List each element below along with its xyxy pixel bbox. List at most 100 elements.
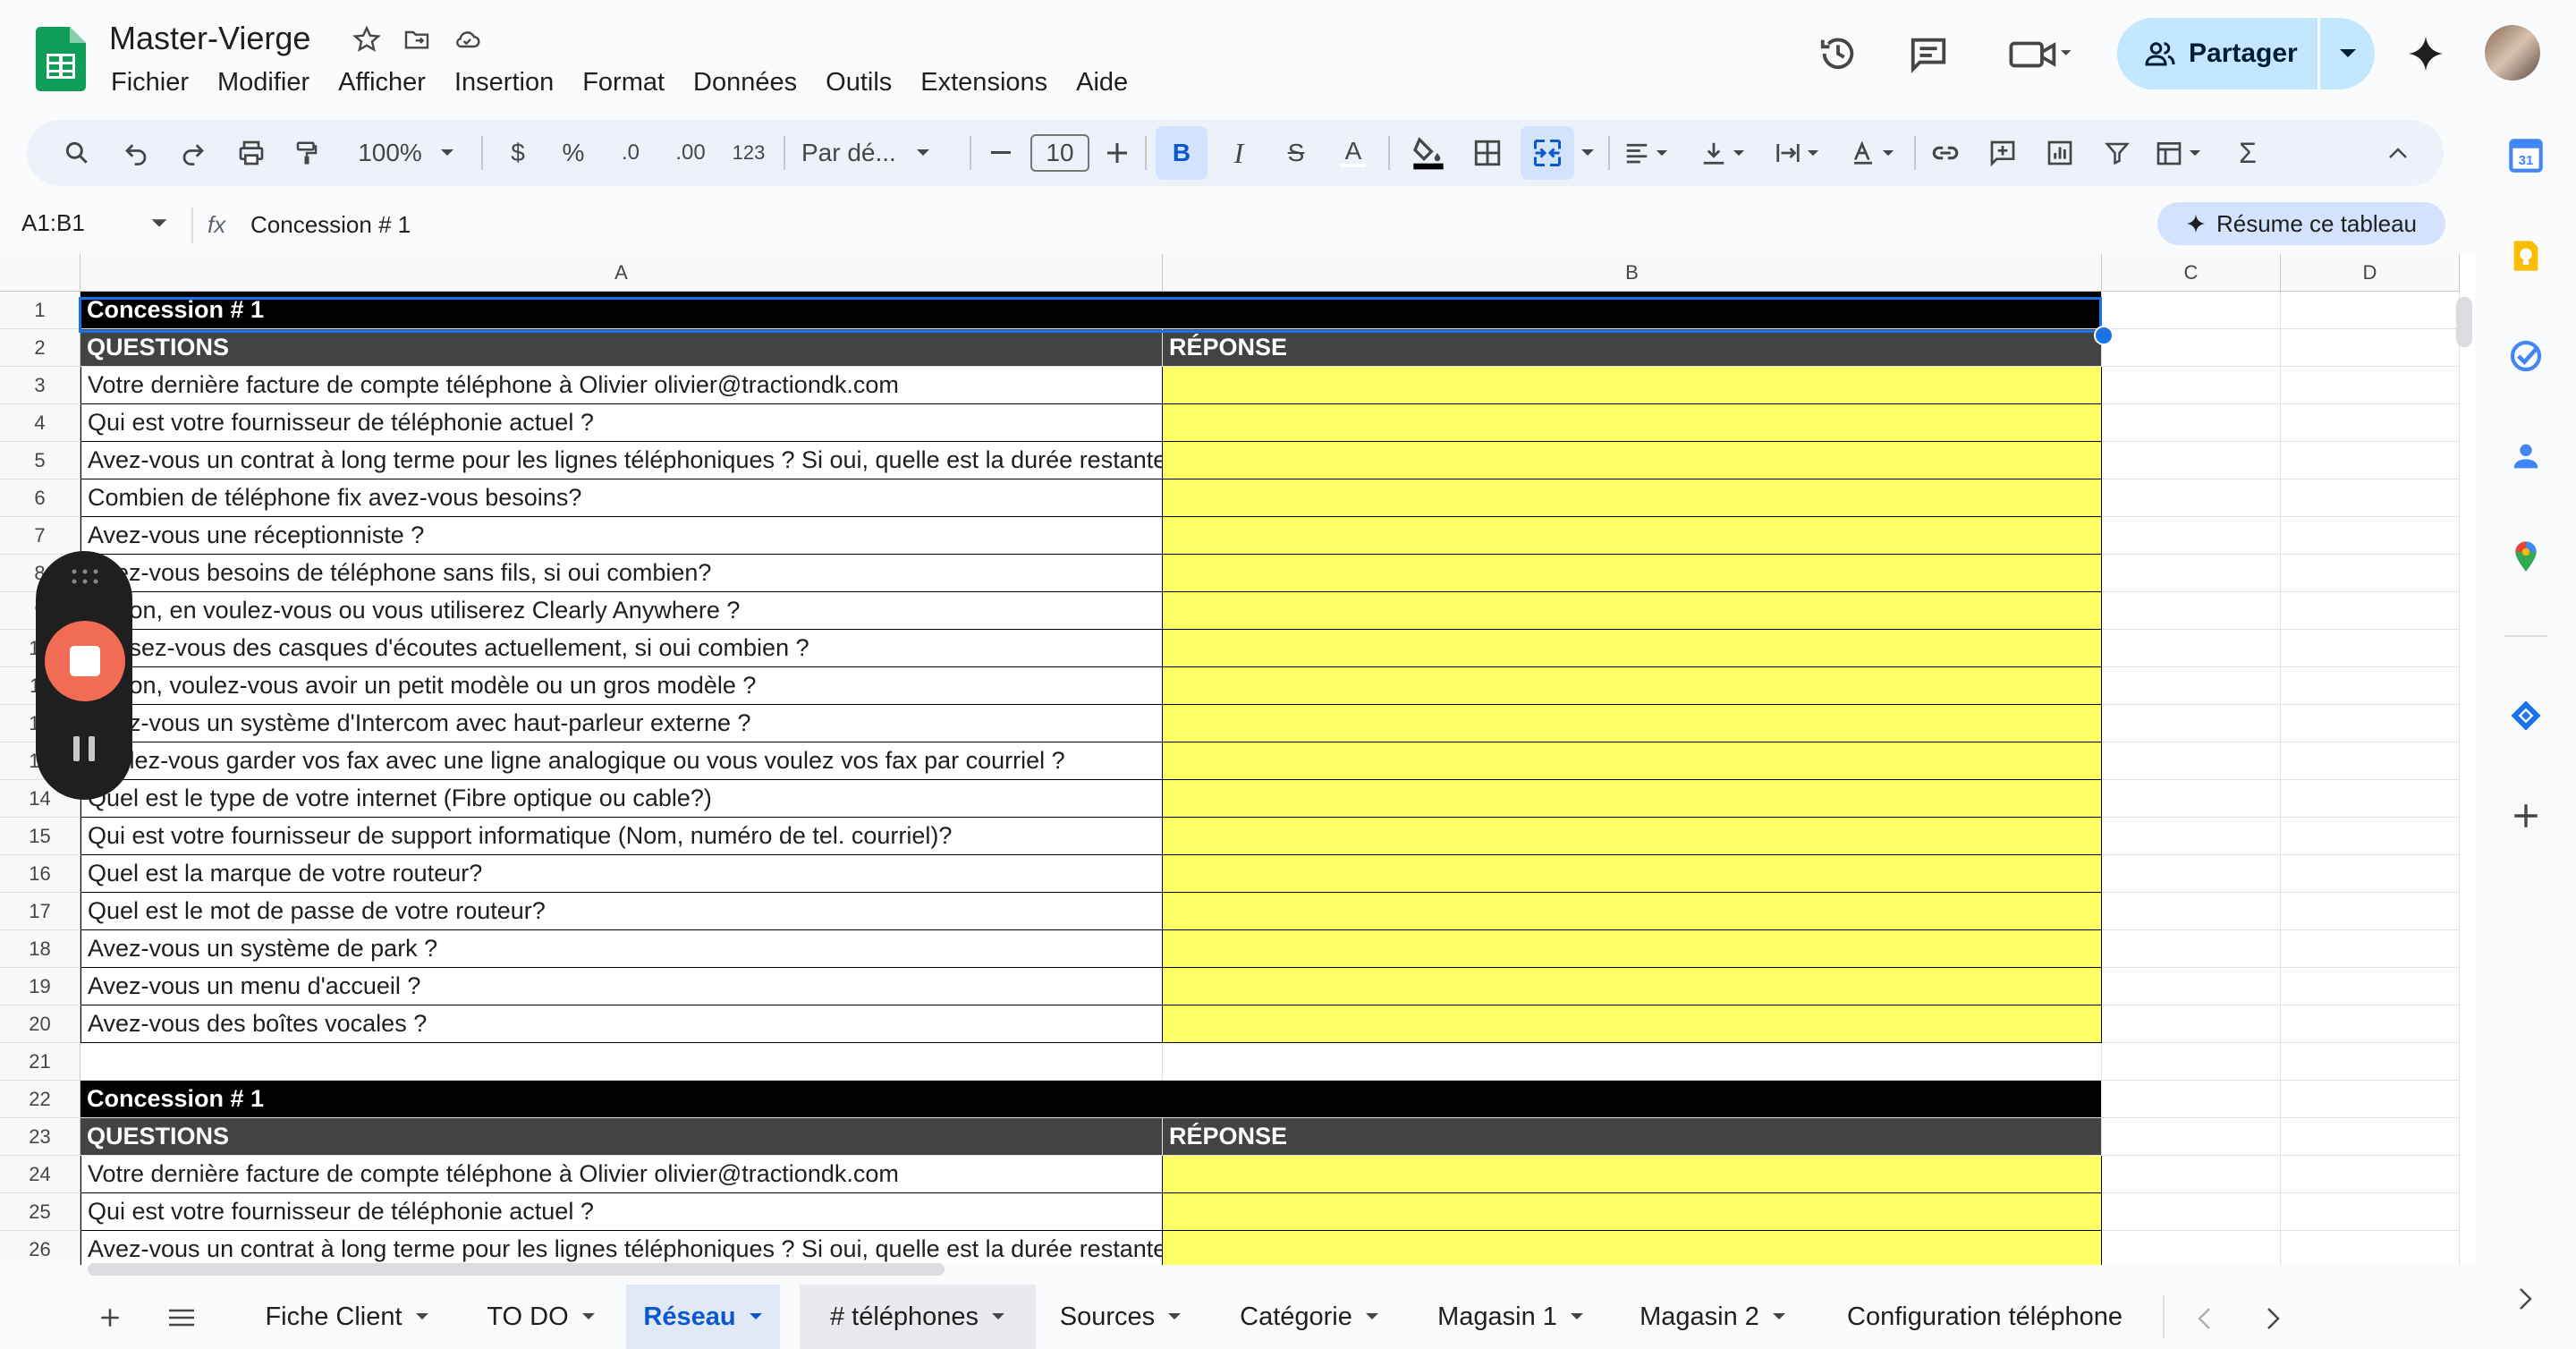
empty-cell[interactable] (2102, 1043, 2281, 1081)
row-header[interactable]: 25 (0, 1193, 80, 1231)
fill-color-icon[interactable] (1404, 120, 1453, 186)
chevron-down-icon[interactable] (991, 1312, 1005, 1321)
share-dropdown-button[interactable] (2318, 18, 2375, 89)
empty-cell[interactable] (2102, 1081, 2281, 1118)
empty-cell[interactable] (2281, 404, 2460, 442)
move-folder-icon[interactable] (401, 23, 433, 55)
vertical-scrollbar[interactable] (2456, 297, 2472, 347)
questions-header-cell[interactable]: QUESTIONS (80, 1118, 1163, 1156)
empty-cell[interactable] (2281, 667, 2460, 705)
question-cell[interactable]: Votre dernière facture de compte télépho… (80, 1156, 1163, 1193)
italic-button[interactable]: I (1216, 120, 1261, 186)
row-header[interactable]: 2 (0, 329, 80, 367)
zoom-select[interactable]: 100% (347, 120, 465, 186)
question-cell[interactable]: Voulez-vous garder vos fax avec une lign… (80, 742, 1163, 780)
response-cell[interactable] (1163, 893, 2102, 930)
question-cell[interactable]: Avez-vous un contrat à long terme pour l… (80, 442, 1163, 479)
row-header[interactable]: 17 (0, 893, 80, 930)
paint-format-icon[interactable] (284, 120, 329, 186)
empty-cell[interactable] (2281, 442, 2460, 479)
row-header[interactable]: 20 (0, 1005, 80, 1043)
row-header[interactable]: 26 (0, 1231, 80, 1265)
merge-cells-dropdown-icon[interactable] (1576, 120, 1599, 186)
redo-icon[interactable] (172, 120, 215, 186)
star-icon[interactable] (351, 23, 383, 55)
menu-format[interactable]: Format (568, 64, 679, 100)
sheet-tab[interactable]: Sources (1036, 1285, 1206, 1349)
row-header[interactable]: 19 (0, 968, 80, 1005)
row-header[interactable]: 23 (0, 1118, 80, 1156)
empty-cell[interactable] (2281, 1005, 2460, 1043)
menu-fichier[interactable]: Fichier (102, 64, 203, 100)
empty-cell[interactable] (2102, 404, 2281, 442)
empty-cell[interactable] (2281, 1081, 2460, 1118)
response-cell[interactable] (1163, 630, 2102, 667)
empty-cell[interactable] (2281, 1118, 2460, 1156)
response-cell[interactable] (1163, 818, 2102, 855)
empty-cell[interactable] (2281, 367, 2460, 404)
question-cell[interactable]: Avez-vous un contrat à long terme pour l… (80, 1231, 1163, 1265)
empty-cell[interactable] (2102, 818, 2281, 855)
empty-cell[interactable] (2102, 479, 2281, 517)
empty-cell[interactable] (2281, 705, 2460, 742)
empty-cell[interactable] (2281, 742, 2460, 780)
spreadsheet-grid[interactable]: A B C D 1 Concession # 1 2 QUESTIONS RÉPONSE… (0, 254, 2475, 1265)
response-header-cell[interactable]: RÉPONSE (1163, 329, 2102, 367)
empty-cell[interactable] (2281, 855, 2460, 893)
sheet-tab[interactable]: Magasin 2 (1617, 1285, 1809, 1349)
more-formats-button[interactable]: 123 (726, 120, 771, 186)
chevron-down-icon[interactable] (415, 1312, 429, 1321)
menu-extensions[interactable]: Extensions (906, 64, 1062, 100)
empty-cell[interactable] (2281, 1231, 2460, 1265)
empty-cell[interactable] (2281, 479, 2460, 517)
empty-cell[interactable] (2102, 930, 2281, 968)
sheet-tab[interactable]: Catégorie (1215, 1285, 1404, 1349)
gemini-icon[interactable] (2401, 29, 2451, 79)
response-cell[interactable] (1163, 479, 2102, 517)
menu-outils[interactable]: Outils (811, 64, 906, 100)
undo-icon[interactable] (114, 120, 157, 186)
comments-icon[interactable] (1903, 29, 1953, 79)
chevron-down-icon[interactable] (581, 1312, 596, 1321)
response-cell[interactable] (1163, 1231, 2102, 1265)
response-cell[interactable] (1163, 742, 2102, 780)
empty-cell[interactable] (2281, 1156, 2460, 1193)
empty-cell[interactable] (2102, 292, 2281, 329)
empty-cell[interactable] (2102, 705, 2281, 742)
response-cell[interactable] (1163, 968, 2102, 1005)
chevron-down-icon[interactable] (749, 1312, 763, 1321)
get-addons-icon[interactable] (2506, 796, 2546, 836)
question-cell[interactable]: Quel est la marque de votre routeur? (80, 855, 1163, 893)
sheet-tab[interactable]: Magasin 1 (1413, 1285, 1608, 1349)
empty-cell[interactable] (2281, 930, 2460, 968)
question-cell[interactable]: Si non, en voulez-vous ou vous utilisere… (80, 592, 1163, 630)
insert-comment-icon[interactable] (1979, 120, 2027, 186)
empty-cell[interactable] (2281, 592, 2460, 630)
tasks-icon[interactable] (2506, 336, 2546, 376)
chevron-down-icon[interactable] (1167, 1312, 1182, 1321)
currency-format-button[interactable]: $ (497, 120, 538, 186)
section-title-cell[interactable]: Concession # 1 (80, 1081, 2102, 1118)
empty-cell[interactable] (2102, 855, 2281, 893)
percent-format-button[interactable]: % (553, 120, 594, 186)
response-cell[interactable] (1163, 930, 2102, 968)
addon-icon[interactable] (2506, 696, 2546, 735)
collapse-toolbar-icon[interactable] (2376, 120, 2420, 186)
question-cell[interactable]: Avez-vous un menu d'accueil ? (80, 968, 1163, 1005)
question-cell[interactable]: Qui est votre fournisseur de support inf… (80, 818, 1163, 855)
font-family-select[interactable]: Par dé... (801, 120, 959, 186)
response-cell[interactable] (1163, 592, 2102, 630)
decrease-font-size-icon[interactable] (982, 120, 1020, 186)
question-cell[interactable]: Si non, voulez-vous avoir un petit modèl… (80, 667, 1163, 705)
question-cell[interactable]: Votre dernière facture de compte télépho… (80, 367, 1163, 404)
response-cell[interactable] (1163, 1156, 2102, 1193)
column-header-c[interactable]: C (2102, 254, 2281, 292)
name-box[interactable]: A1:B1 (21, 209, 85, 237)
menu-aide[interactable]: Aide (1062, 64, 1142, 100)
question-cell[interactable]: Qui est votre fournisseur de téléphonie … (80, 1193, 1163, 1231)
sheet-tab[interactable]: # téléphones (800, 1285, 1036, 1349)
sheet-tab[interactable]: Configuration téléphone (1818, 1285, 2152, 1349)
empty-cell[interactable] (2281, 1193, 2460, 1231)
question-cell[interactable]: Avez-vous un système d'Intercom avec hau… (80, 705, 1163, 742)
calendar-icon[interactable]: 31 (2506, 136, 2546, 175)
